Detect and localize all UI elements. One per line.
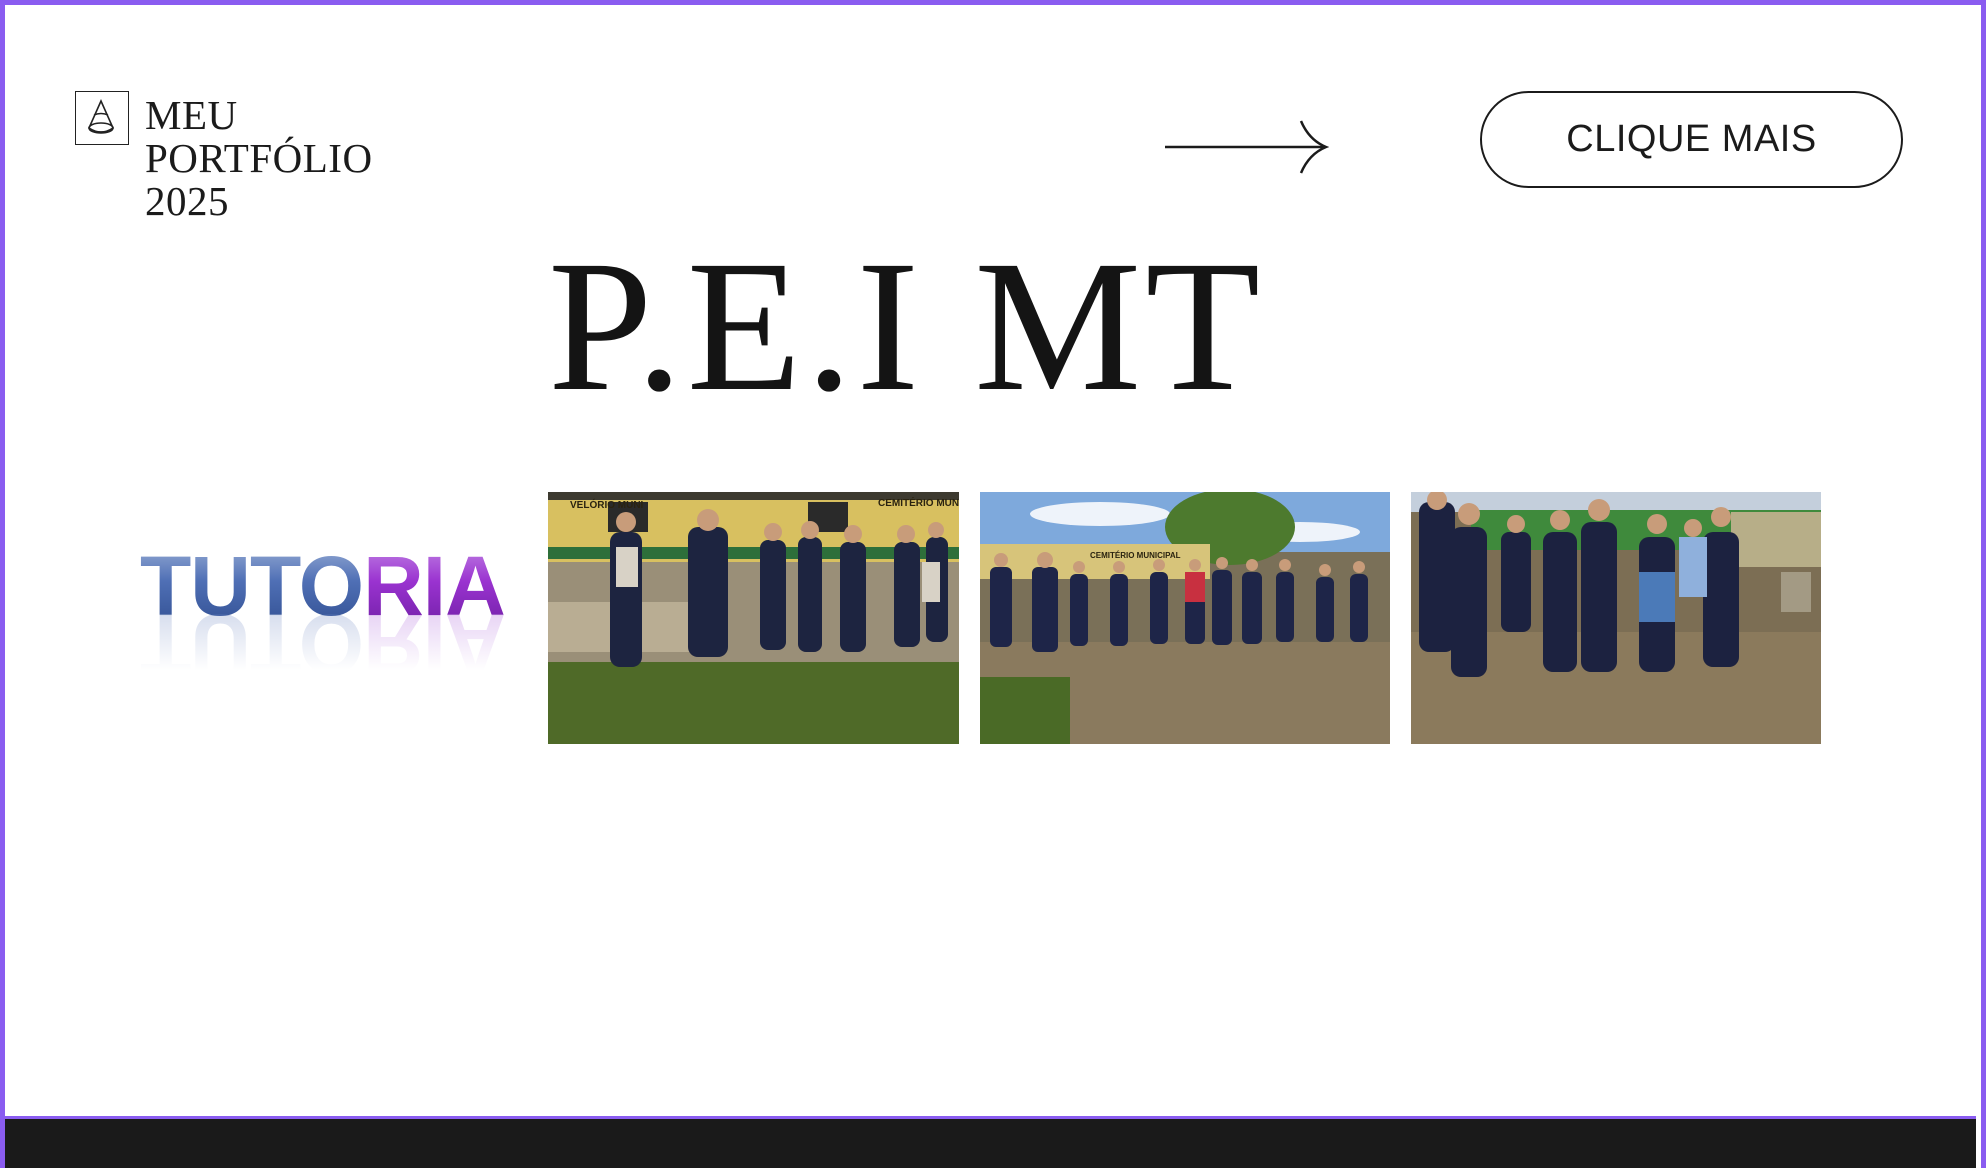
- footer-bar: [5, 1116, 1976, 1168]
- logo-icon: [75, 91, 129, 145]
- photo2-sign: CEMITÉRIO MUNICIPAL: [1090, 551, 1181, 560]
- photo1-sign-right: CEMITÉRIO MUNICIP: [878, 496, 959, 509]
- tutoria-logo: TUTORIA TUTORIA: [138, 539, 508, 691]
- long-arrow-right-icon: [1163, 118, 1330, 176]
- group-photo-2: CEMITÉRIO MUNICIPAL: [980, 492, 1390, 744]
- logo-line-2: PORTFÓLIO: [145, 135, 373, 181]
- clique-mais-button[interactable]: CLIQUE MAIS: [1480, 91, 1903, 188]
- group-photo-3: [1411, 492, 1821, 744]
- photo1-sign-left: VELÓRIO MUNI: [570, 498, 644, 511]
- portfolio-logo-text: MEU PORTFÓLIO 2025: [145, 94, 373, 223]
- page-title: P.E.I MT: [548, 221, 1265, 430]
- group-photo-1: VELÓRIO MUNI CEMITÉRIO MUNICIP: [548, 492, 959, 744]
- logo-line-3: 2025: [145, 178, 229, 224]
- logo-line-1: MEU: [145, 92, 238, 138]
